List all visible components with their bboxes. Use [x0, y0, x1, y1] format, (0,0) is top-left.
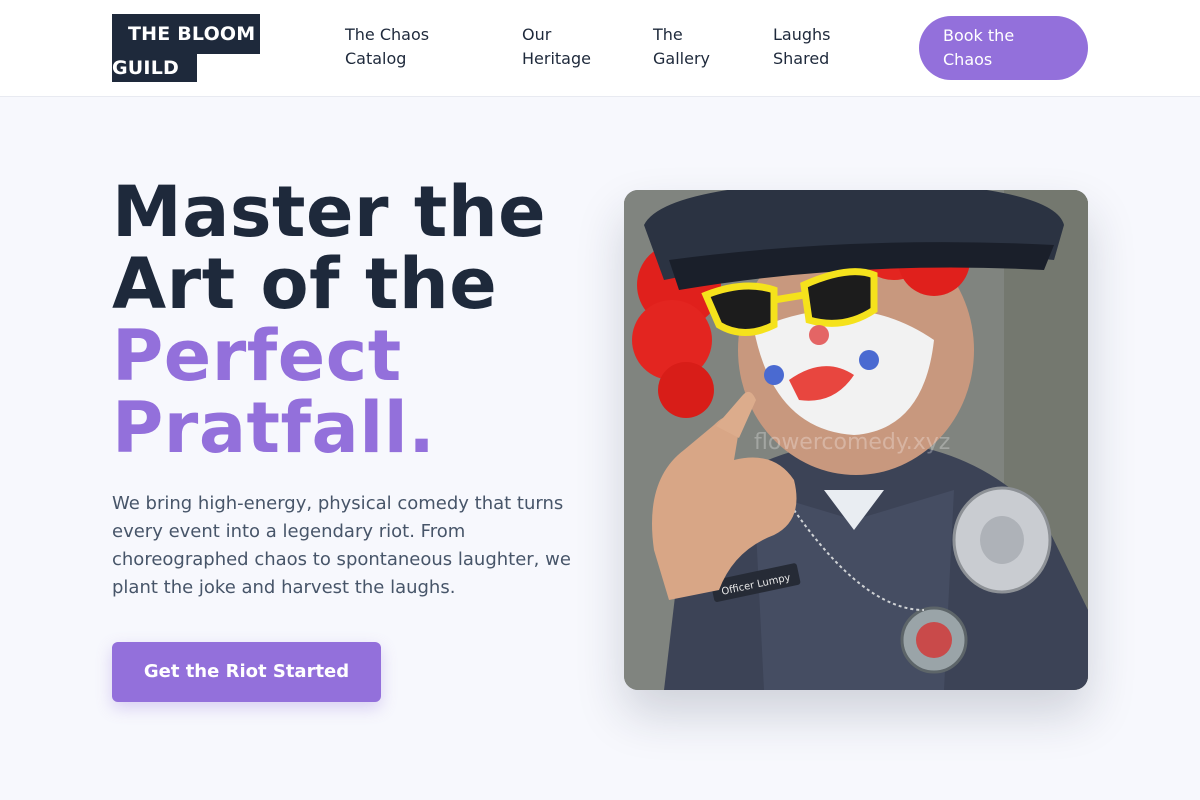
nav-link-label: Heritage — [522, 49, 591, 68]
site-logo[interactable]: THE BLOOM GUILD — [112, 14, 260, 82]
hero-title-line2: Art of the — [112, 243, 498, 325]
site-header: THE BLOOM GUILD The Chaos Catalog Our He… — [0, 0, 1200, 97]
hero-photo-clown-officer: Officer Lumpy flowercomedy.xyz — [624, 190, 1088, 690]
get-riot-started-button[interactable]: Get the Riot Started — [112, 642, 381, 702]
logo-text-line1: THE BLOOM — [112, 14, 260, 54]
hero-title: Master the Art of the Perfect Pratfall. — [112, 176, 592, 464]
nav-link-label: Shared — [773, 49, 830, 68]
nav-link-the-gallery[interactable]: The Gallery — [653, 23, 723, 71]
nav-link-label: The Chaos — [345, 25, 430, 44]
photo-watermark: flowercomedy.xyz — [754, 430, 951, 455]
hero-title-line1: Master the — [112, 171, 547, 253]
book-button-label: Chaos — [943, 50, 993, 69]
nav-link-chaos-catalog[interactable]: The Chaos Catalog — [345, 23, 455, 71]
book-the-chaos-button[interactable]: Book the Chaos — [919, 16, 1088, 80]
book-button-label: Book the — [943, 26, 1015, 45]
nav-link-label: Gallery — [653, 49, 710, 68]
nav-link-label: Catalog — [345, 49, 407, 68]
logo-text-line2: GUILD — [112, 54, 197, 82]
nav-link-laughs-shared[interactable]: Laughs Shared — [773, 23, 843, 71]
hero-title-accent-line2: Pratfall. — [112, 387, 436, 469]
hero-description: We bring high-energy, physical comedy th… — [112, 493, 571, 598]
hero-title-accent-line1: Perfect — [112, 315, 402, 397]
nav-link-label: The — [653, 25, 683, 44]
nav-link-label: Our — [522, 25, 552, 44]
nav-link-our-heritage[interactable]: Our Heritage — [522, 23, 612, 71]
nav-link-label: Laughs — [773, 25, 831, 44]
